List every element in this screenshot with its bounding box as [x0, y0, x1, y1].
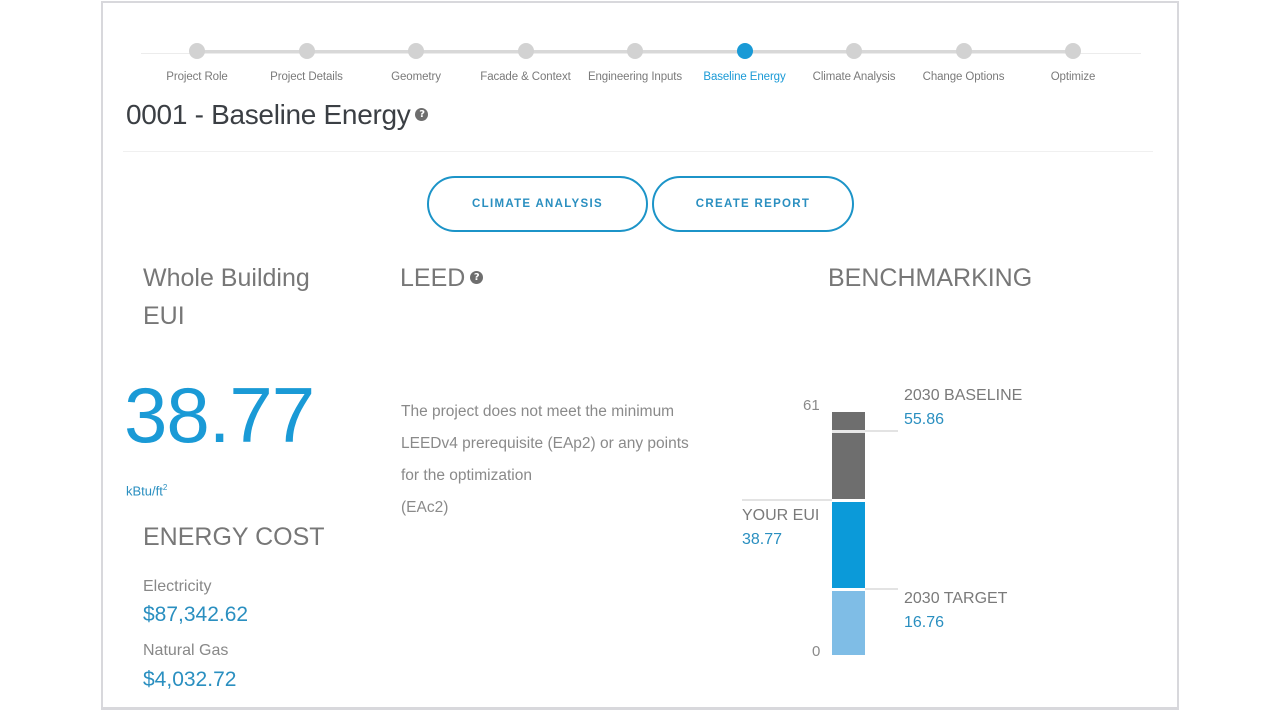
eui-unit: kBtu/ft2: [126, 483, 167, 498]
eui-heading-line2: EUI: [143, 302, 185, 330]
target-label: 2030 TARGET: [904, 590, 1008, 607]
header-divider: [123, 151, 1153, 152]
step-dot: [955, 43, 972, 59]
step-geometry[interactable]: Geometry: [361, 43, 471, 83]
step-label: Change Options: [922, 71, 1005, 83]
step-project-details[interactable]: Project Details: [252, 43, 362, 83]
eui-heading: Whole Building EUI: [143, 259, 310, 335]
create-report-button[interactable]: CREATE REPORT: [652, 176, 854, 232]
question-circle-icon[interactable]: ?: [415, 108, 429, 122]
step-baseline-energy[interactable]: Baseline Energy: [690, 43, 800, 83]
step-label: Facade & Context: [480, 71, 571, 83]
leed-message: The project does not meet the minimum LE…: [401, 396, 741, 524]
step-dot: [1065, 43, 1081, 59]
step-label: Baseline Energy: [703, 71, 786, 83]
target-marker-line: [865, 588, 898, 591]
step-label: Project Role: [166, 71, 228, 83]
axis-max-label: 61: [803, 397, 820, 414]
electricity-value: $87,342.62: [143, 603, 249, 626]
axis-min-label: 0: [812, 643, 821, 660]
step-engineering-inputs[interactable]: Engineering Inputs: [580, 43, 690, 83]
your-eui-label: YOUR EUI: [742, 507, 820, 524]
step-dot: [736, 43, 753, 59]
climate-analysis-button[interactable]: CLIMATE ANALYSIS: [427, 176, 648, 232]
step-dot: [846, 43, 862, 59]
step-dot: [298, 43, 315, 59]
eui-unit-text: kBtu/ft: [126, 483, 163, 499]
eui-unit-sup: 2: [162, 483, 168, 492]
step-dot: [627, 43, 643, 59]
target-value: 16.76: [904, 614, 945, 631]
eui-heading-line1: Whole Building: [143, 264, 310, 292]
step-dot: [517, 43, 534, 59]
step-dot: [408, 43, 424, 59]
your-eui-value: 38.77: [742, 531, 783, 548]
eui-value: 38.77: [124, 371, 315, 459]
natural-gas-value: $4,032.72: [143, 668, 237, 691]
leed-message-line: LEEDv4 prerequisite (EAp2) or any points: [401, 435, 689, 452]
step-change-options[interactable]: Change Options: [909, 43, 1019, 83]
leed-message-line: (EAc2): [401, 499, 449, 516]
leed-heading: LEED?: [400, 259, 484, 297]
bar-segment-2030-target: [832, 590, 865, 656]
baseline-value: 55.86: [904, 411, 945, 428]
energy-cost-heading: ENERGY COST: [143, 523, 325, 551]
baseline-gap: [832, 429, 865, 433]
leed-message-line: The project does not meet the minimum: [401, 403, 675, 420]
step-label: Project Details: [270, 71, 343, 83]
your-eui-marker-line: [742, 499, 832, 501]
leed-heading-text: LEED: [400, 264, 466, 292]
step-label: Optimize: [1050, 71, 1096, 83]
benchmarking-heading: BENCHMARKING: [828, 264, 1033, 292]
leed-message-line: for the optimization: [401, 467, 532, 484]
bar-segment-above-eui: [832, 411, 865, 499]
step-label: Geometry: [391, 71, 441, 83]
step-climate-analysis[interactable]: Climate Analysis: [799, 43, 909, 83]
step-dot: [189, 43, 205, 59]
natural-gas-label: Natural Gas: [143, 642, 229, 659]
baseline-marker-line: [865, 429, 898, 432]
bar-segment-your-eui: [832, 501, 865, 588]
step-project-role[interactable]: Project Role: [142, 43, 252, 83]
electricity-label: Electricity: [143, 578, 212, 595]
page-title-text: 0001 - Baseline Energy: [126, 99, 411, 130]
page-title: 0001 - Baseline Energy?: [126, 99, 429, 131]
step-facade-context[interactable]: Facade & Context: [471, 43, 581, 83]
step-label: Climate Analysis: [812, 71, 896, 83]
baseline-label: 2030 BASELINE: [904, 387, 1023, 404]
step-optimize[interactable]: Optimize: [1018, 43, 1128, 83]
step-label: Engineering Inputs: [587, 71, 683, 83]
question-circle-icon[interactable]: ?: [470, 271, 484, 285]
